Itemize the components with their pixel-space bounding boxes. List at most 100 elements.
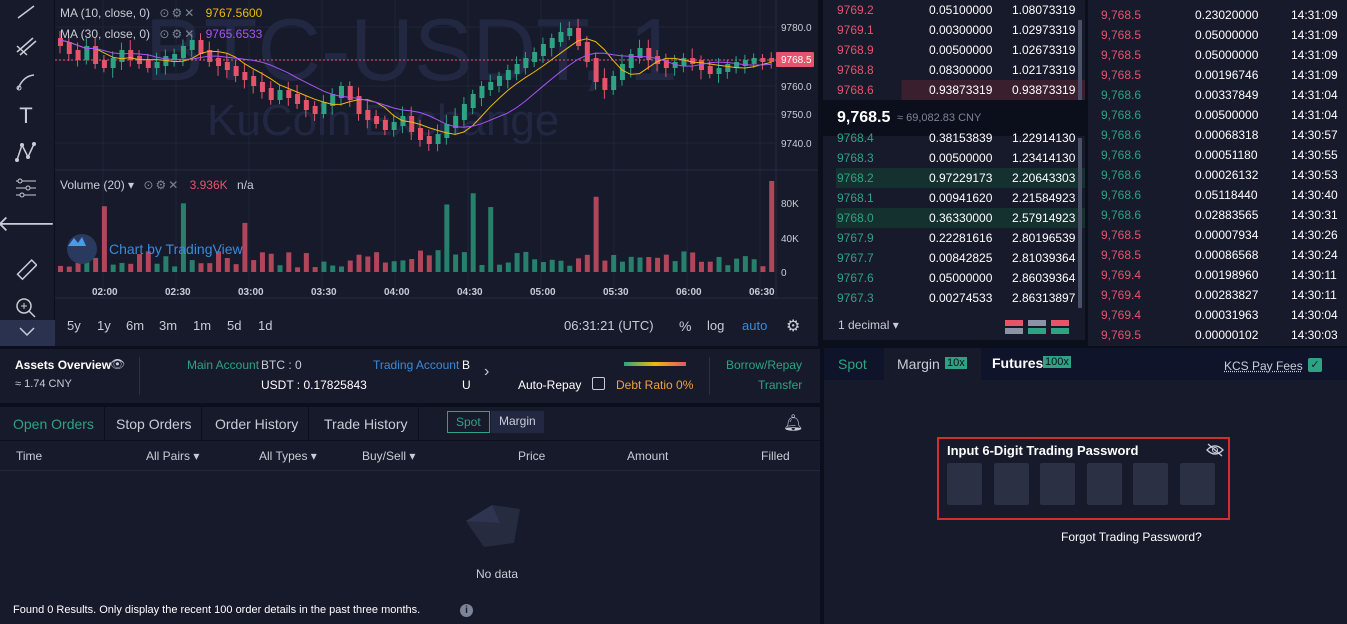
orders-spot-filter[interactable]: Spot (447, 411, 490, 433)
password-digit-input[interactable] (1133, 463, 1168, 505)
tab-open-orders[interactable]: Open Orders (3, 407, 105, 441)
volume-bar (663, 254, 669, 272)
ma30-legend: MA (30, close, 0) ⊙⚙✕ 9765.6533 (60, 27, 262, 41)
volume-bar (242, 222, 248, 272)
decimal-select[interactable]: 1 decimal ▾ (838, 318, 899, 332)
brush-tool-icon[interactable] (12, 70, 40, 94)
forgot-password-link[interactable]: Forgot Trading Password? (1061, 530, 1202, 544)
password-digit-input[interactable] (1040, 463, 1075, 505)
timeframe-5y[interactable]: 5y (67, 318, 81, 333)
bid-price: 9767.7 (837, 251, 874, 265)
eye-slash-icon[interactable] (1205, 442, 1225, 461)
bid-row[interactable]: 9768.2 0.97229173 2.20643303 (823, 168, 1085, 188)
trade-row: 9,768.5 0.05000000 14:31:09 (1088, 26, 1347, 46)
line-tool-icon[interactable] (12, 0, 40, 24)
price-chart[interactable]: BTC-USDT, 1KuCoin Exchange9780.09770.097… (55, 0, 818, 346)
tradingview-link[interactable]: Chart by TradingView (109, 241, 243, 257)
timeframe-5d[interactable]: 5d (227, 318, 241, 333)
ask-row[interactable]: 9768.8 0.08300000 1.02173319 (823, 60, 1085, 80)
password-digit-input[interactable] (1179, 463, 1215, 505)
bid-row[interactable]: 9767.6 0.05000000 2.86039364 (823, 268, 1085, 288)
orderbook-view-asks-icon[interactable] (1051, 320, 1069, 337)
candle-body (725, 64, 731, 72)
volume-bar (523, 251, 529, 272)
log-scale-toggle[interactable]: log (707, 318, 724, 333)
timeframe-1d[interactable]: 1d (258, 318, 272, 333)
ask-row[interactable]: 9768.6 0.93873319 0.93873319 (823, 80, 1085, 100)
timeframe-3m[interactable]: 3m (159, 318, 177, 333)
parallel-lines-tool-icon[interactable] (12, 34, 40, 58)
timeframe-1m[interactable]: 1m (193, 318, 211, 333)
ma30-label: MA (30, close, 0) (60, 27, 151, 41)
back-arrow-icon[interactable]: 🡐 (0, 211, 56, 236)
ask-row[interactable]: 9768.9 0.00500000 1.02673319 (823, 40, 1085, 60)
orders-footer-note: Found 0 Results. Only display the recent… (13, 604, 421, 616)
volume-bar (532, 259, 538, 272)
trade-tab-spot[interactable]: Spot (838, 356, 867, 372)
text-tool-icon[interactable]: T (12, 103, 40, 128)
auto-scale-toggle[interactable]: auto (742, 318, 767, 333)
bid-row[interactable]: 9768.4 0.38153839 1.22914130 (823, 128, 1085, 142)
pattern-tool-icon[interactable] (12, 140, 40, 164)
bid-row[interactable]: 9767.9 0.22281616 2.80196539 (823, 228, 1085, 248)
borrow-repay-link[interactable]: Borrow/Repay (726, 358, 802, 372)
percent-scale-toggle[interactable]: % (679, 318, 691, 334)
tradingview-badge[interactable]: Chart by TradingView (67, 234, 243, 264)
candle-body (365, 110, 371, 120)
legend-controls-icon[interactable]: ⊙⚙✕ (159, 6, 196, 20)
col-all-types-dropdown[interactable]: All Types ▾ (259, 449, 317, 463)
trade-tab-margin[interactable]: Margin 10x (884, 348, 981, 380)
bid-row[interactable]: 9767.7 0.00842825 2.81039364 (823, 248, 1085, 268)
tab-trade-history[interactable]: Trade History (314, 407, 419, 441)
chevron-right-icon[interactable]: › (484, 363, 489, 381)
col-buysell-dropdown[interactable]: Buy/Sell ▾ (362, 449, 415, 463)
chevron-down-icon (19, 327, 35, 337)
orderbook-scrollbar[interactable] (1078, 138, 1082, 308)
kcs-pay-fees-checkbox[interactable]: ✓ (1308, 358, 1322, 372)
col-all-pairs-dropdown[interactable]: All Pairs ▾ (146, 449, 199, 463)
orderbook-view-both-icon[interactable] (1005, 320, 1023, 337)
candle-body (418, 128, 423, 140)
legend-controls-icon[interactable]: ⊙⚙✕ (143, 178, 180, 192)
zoom-in-icon[interactable] (12, 296, 40, 320)
timeframe-6m[interactable]: 6m (126, 318, 144, 333)
trade-amount: 0.00051180 (1195, 148, 1258, 162)
password-digit-input[interactable] (947, 463, 982, 505)
bid-price: 9768.0 (837, 211, 874, 225)
transfer-link[interactable]: Transfer (758, 378, 802, 392)
ask-row[interactable]: 9769.1 0.00300000 1.02973319 (823, 20, 1085, 40)
timeframe-1y[interactable]: 1y (97, 318, 111, 333)
info-icon[interactable]: i (460, 604, 473, 617)
collapse-toolbar-button[interactable] (0, 320, 55, 346)
volume-bar (707, 261, 713, 272)
volume-bar (602, 260, 608, 272)
eye-icon[interactable]: 👁 (110, 357, 125, 371)
orderbook-view-bids-icon[interactable] (1028, 320, 1046, 337)
trading-account-link[interactable]: Trading Account (373, 358, 459, 372)
ruler-tool-icon[interactable] (12, 258, 40, 282)
fib-tool-icon[interactable] (12, 176, 40, 200)
main-account-link[interactable]: Main Account (187, 358, 259, 372)
debt-ratio-bar (624, 362, 686, 366)
trade-amount: 0.00196746 (1195, 68, 1259, 82)
password-digit-input[interactable] (1086, 463, 1122, 505)
orders-margin-filter[interactable]: Margin (491, 411, 544, 433)
tab-order-history[interactable]: Order History (205, 407, 310, 441)
volume-bar (400, 260, 406, 272)
volume-legend: Volume (20) ▾ ⊙⚙✕ 3.936K n/a (60, 178, 254, 192)
price-tick: 9780.0 (781, 23, 812, 34)
bell-icon[interactable]: 🔔︎ (783, 413, 803, 433)
bid-row[interactable]: 9768.1 0.00941620 2.21584923 (823, 188, 1085, 208)
auto-repay-checkbox[interactable] (592, 377, 605, 390)
ask-row[interactable]: 9769.2 0.05100000 1.08073319 (823, 0, 1085, 20)
bid-row[interactable]: 9768.0 0.36330000 2.57914923 (823, 208, 1085, 228)
bid-row[interactable]: 9768.3 0.00500000 1.23414130 (823, 148, 1085, 168)
trade-tab-futures[interactable]: Futures (992, 355, 1043, 371)
legend-controls-icon[interactable]: ⊙⚙✕ (159, 27, 196, 41)
orderbook-scrollbar[interactable] (1078, 20, 1082, 100)
tab-stop-orders[interactable]: Stop Orders (106, 407, 203, 441)
candlestick-chart-svg[interactable]: BTC-USDT, 1KuCoin Exchange9780.09770.097… (55, 0, 818, 346)
bid-row[interactable]: 9767.3 0.00274533 2.86313897 (823, 288, 1085, 308)
password-digit-input[interactable] (993, 463, 1029, 505)
chart-settings-gear-icon[interactable]: ⚙ (786, 316, 800, 336)
